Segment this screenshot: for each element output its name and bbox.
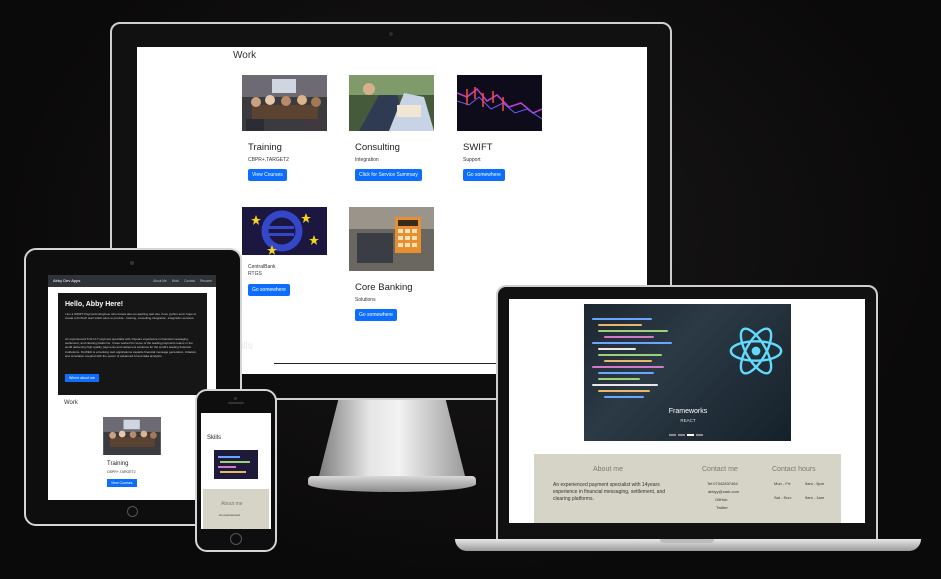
carousel-indicators[interactable] [669,434,703,436]
footer-hours-day: Sat - Sun: [774,495,792,500]
card-text: CentralBank RTGS [248,264,276,277]
card-text: CBPR+,TARGET2 [107,470,136,474]
footer-about-title: About me [593,466,623,473]
footer-about-title: About me [221,501,243,507]
work-section-title: Work [64,400,78,406]
footer-about-text: An experienced [219,513,240,517]
euro-sculpture-image [242,207,327,255]
card-text: CBPR+,TARGET2 [248,157,289,163]
skills-carousel[interactable]: Frameworks REACT [584,304,791,441]
card-title: Training [107,461,129,467]
hero-title: Hello, Abby Here! [65,301,124,308]
nav-link-resume[interactable]: Resume [200,279,212,283]
carousel-indicator[interactable] [678,434,685,436]
footer-hours-time: 9am - 5pm [805,481,825,486]
phone-screen: Skills About me An experienced [201,413,271,529]
footer-hours-day: Mon - Fri: [774,481,792,486]
work-card-training: Training CBPR+,TARGET2 View Courses [242,75,342,181]
view-courses-button[interactable]: View Courses [248,169,287,181]
work-card-swift: SWIFT Support Go somewhere [456,75,557,181]
work-section-title: Work [233,50,257,61]
footer-contact-tel[interactable]: Tel:07342837464 [707,480,738,487]
footer-contact-email[interactable]: abbyy@cark.com [708,488,739,495]
carousel-caption: Frameworks REACT [649,408,727,423]
navbar-brand[interactable]: Abby Dev Apps [53,278,80,283]
service-summary-button[interactable]: Click for Service Summary [355,169,422,181]
imac-camera-icon [389,32,393,36]
calculator-image [349,207,434,271]
hero-body: An experienced S.W.I.F.T payment special… [65,337,197,358]
laptop-screen: Frameworks REACT About me An experienced… [509,299,865,523]
footer-about-text: An experienced payment specialist with 1… [553,482,666,502]
nav-link-contact[interactable]: Contact [184,279,195,283]
navbar: Abby Dev Apps About Me Work Contact Resu… [48,275,216,287]
phone-speaker [228,402,244,404]
tablet-screen: Abby Dev Apps About Me Work Contact Resu… [48,275,216,500]
work-card-consulting: Consulting Integration Click for Service… [349,75,449,181]
card-title: Consulting [355,142,400,153]
tablet-home-button [127,506,138,517]
site-footer: About me An experienced payment speciali… [534,454,841,523]
swift-chart-image [456,75,543,131]
card-text: Integration [355,157,379,163]
mockup-stage: Work Training CBPR+,TARGET2 View Courses [0,0,941,579]
card-text: Support [463,157,481,163]
training-image [242,75,327,131]
hero-jumbotron: Hello, Abby Here! I am a SWIFT Payments … [58,293,207,395]
footer-github-link[interactable]: GitHub [715,496,727,503]
consulting-image [349,75,434,131]
imac-stand-neck [318,398,466,480]
footer-hours-title: Contact hours [772,466,816,473]
footer-contact-title: Contact me [702,466,738,473]
navbar-links: About Me Work Contact Resume [153,279,212,283]
phone-home-button [230,533,242,545]
view-courses-button[interactable]: View Courses [107,479,137,487]
carousel-subtitle: REACT [680,418,696,423]
carousel-indicator-active[interactable] [687,434,694,436]
imac-stand-base [308,476,476,492]
react-logo-icon [729,327,783,375]
nav-link-work[interactable]: Work [172,279,179,283]
site-footer: About me An experienced [203,489,269,529]
footer-hours-time: 9am - 1am [805,495,825,500]
go-somewhere-button[interactable]: Go somewhere [248,284,290,296]
card-text: Solutions [355,297,376,303]
hero-intro: I am a SWIFT Payments Engineer who knows… [65,312,197,321]
nav-link-about[interactable]: About Me [153,279,167,283]
work-card-central-bank: CentralBank RTGS Go somewhere [242,207,342,296]
training-image [103,417,161,455]
card-title: SWIFT [463,142,493,153]
go-somewhere-button[interactable]: Go somewhere [463,169,505,181]
card-title: Training [248,142,282,153]
skills-carousel-image[interactable] [214,450,258,479]
carousel-title: Frameworks [668,408,708,415]
carousel-indicator[interactable] [696,434,703,436]
work-card-core-banking: Core Banking Solutions Go somewhere [349,207,449,321]
phone-camera-icon [234,397,237,400]
go-somewhere-button[interactable]: Go somewhere [355,309,397,321]
hero-button[interactable]: Where about me [65,374,99,382]
tablet-camera-icon [130,261,134,265]
laptop-notch [660,539,714,543]
skills-divider [274,363,499,364]
footer-twitter-link[interactable]: Twitter [716,504,728,511]
carousel-indicator[interactable] [669,434,676,436]
card-title: Core Banking [355,282,413,293]
skills-section-title: Skills [207,435,222,441]
